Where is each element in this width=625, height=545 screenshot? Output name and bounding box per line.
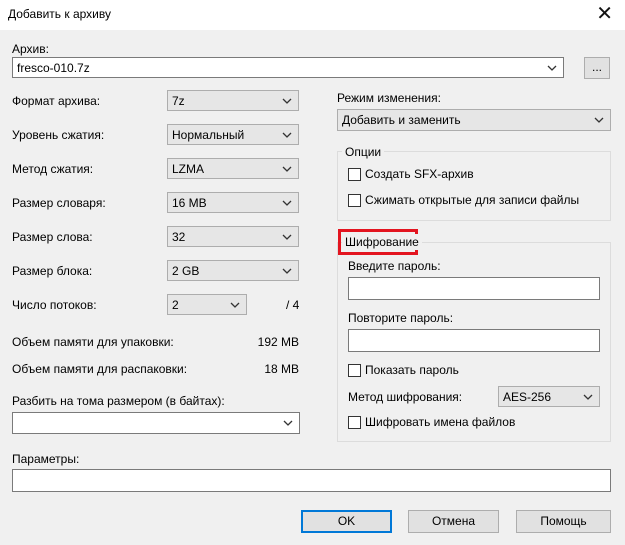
mem-pack-value: 192 MB xyxy=(257,335,299,349)
split-label: Разбить на тома размером (в байтах): xyxy=(12,394,225,408)
shared-files-label: Сжимать открытые для записи файлы xyxy=(365,193,580,207)
method-value: LZMA xyxy=(172,162,205,176)
encryption-caption: Шифрование xyxy=(342,234,422,250)
chevron-down-icon xyxy=(282,98,292,104)
close-icon[interactable]: ✕ xyxy=(596,3,613,25)
chevron-down-icon xyxy=(282,234,292,240)
repeat-password-input[interactable] xyxy=(348,329,600,352)
format-select[interactable]: 7z xyxy=(167,90,299,111)
level-value: Нормальный xyxy=(172,128,245,142)
mem-unpack-label: Объем памяти для распаковки: xyxy=(12,362,188,376)
format-value: 7z xyxy=(172,94,185,108)
block-select[interactable]: 2 GB xyxy=(167,260,299,281)
chevron-down-icon xyxy=(282,132,292,138)
password-input[interactable] xyxy=(348,277,600,300)
block-value: 2 GB xyxy=(172,264,200,278)
encryption-method-select[interactable]: AES-256 xyxy=(498,386,600,407)
method-select[interactable]: LZMA xyxy=(167,158,299,179)
block-label: Размер блока: xyxy=(12,264,93,278)
chevron-down-icon xyxy=(230,302,240,308)
encrypt-names-label: Шифровать имена файлов xyxy=(365,415,516,429)
mem-pack-label: Объем памяти для упаковки: xyxy=(12,335,174,349)
level-select[interactable]: Нормальный xyxy=(167,124,299,145)
threads-label: Число потоков: xyxy=(12,298,97,312)
word-label: Размер слова: xyxy=(12,230,93,244)
threads-select[interactable]: 2 xyxy=(167,294,247,315)
sfx-checkbox[interactable] xyxy=(348,168,361,181)
chevron-down-icon xyxy=(282,200,292,206)
show-password-checkbox[interactable] xyxy=(348,364,361,377)
dict-label: Размер словаря: xyxy=(12,196,106,210)
mode-value: Добавить и заменить xyxy=(342,113,461,127)
chevron-down-icon xyxy=(282,268,292,274)
chevron-down-icon xyxy=(583,394,593,400)
browse-button[interactable]: ... xyxy=(584,57,610,79)
word-value: 32 xyxy=(172,230,186,244)
mode-select[interactable]: Добавить и заменить xyxy=(337,109,611,131)
ok-button[interactable]: OK xyxy=(301,510,392,533)
options-caption: Опции xyxy=(342,144,385,160)
show-password-label: Показать пароль xyxy=(365,363,459,377)
help-button[interactable]: Помощь xyxy=(516,510,611,533)
threads-max: / 4 xyxy=(286,298,300,312)
chevron-down-icon xyxy=(282,166,292,172)
encrypt-names-checkbox[interactable] xyxy=(348,416,361,429)
shared-files-checkbox[interactable] xyxy=(348,194,361,207)
threads-value: 2 xyxy=(172,298,179,312)
encryption-method-label: Метод шифрования: xyxy=(348,390,463,404)
dict-select[interactable]: 16 MB xyxy=(167,192,299,213)
format-label: Формат архива: xyxy=(12,94,101,108)
archive-label: Архив: xyxy=(12,42,49,56)
word-select[interactable]: 32 xyxy=(167,226,299,247)
password-label: Введите пароль: xyxy=(348,259,441,273)
encryption-method-value: AES-256 xyxy=(503,390,552,404)
split-combo[interactable] xyxy=(12,412,300,434)
options-group xyxy=(337,151,611,221)
window-title: Добавить к архиву xyxy=(8,7,111,21)
archive-path-combo[interactable]: fresco-010.7z xyxy=(12,57,564,78)
archive-path-value: fresco-010.7z xyxy=(17,61,90,75)
params-label: Параметры: xyxy=(12,452,80,466)
sfx-label: Создать SFX-архив xyxy=(365,167,474,181)
mem-unpack-value: 18 MB xyxy=(264,362,299,376)
cancel-button[interactable]: Отмена xyxy=(408,510,499,533)
params-input[interactable] xyxy=(12,469,611,492)
dict-value: 16 MB xyxy=(172,196,207,210)
method-label: Метод сжатия: xyxy=(12,162,94,176)
repeat-password-label: Повторите пароль: xyxy=(348,311,454,325)
chevron-down-icon xyxy=(283,420,293,426)
level-label: Уровень сжатия: xyxy=(12,128,105,142)
mode-label: Режим изменения: xyxy=(337,91,441,105)
chevron-down-icon xyxy=(547,65,557,71)
chevron-down-icon xyxy=(594,117,604,123)
